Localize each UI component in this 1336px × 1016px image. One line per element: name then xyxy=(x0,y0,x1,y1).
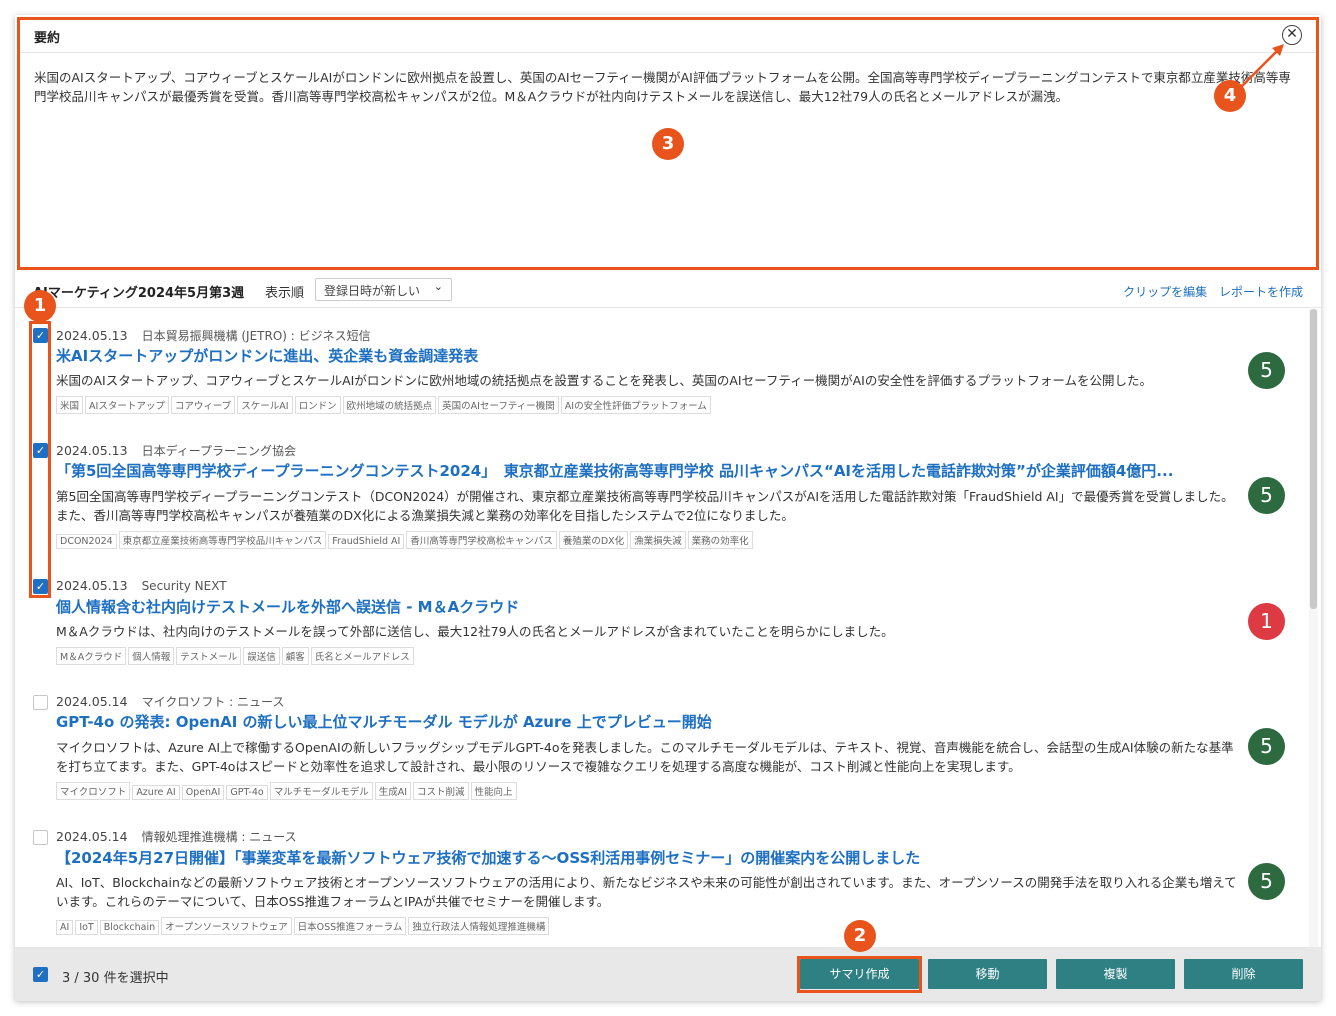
item-title[interactable]: 個人情報含む社内向けテストメールを外部へ誤送信 - M＆Aクラウド xyxy=(56,596,1236,617)
item-title[interactable]: GPT-4o の発表: OpenAI の新しい最上位マルチモーダル モデルが A… xyxy=(56,711,1236,732)
list-scrollbar[interactable] xyxy=(1309,309,1318,947)
annotation-badge-2: 2 xyxy=(844,920,876,952)
create-report-link[interactable]: レポートを作成 xyxy=(1219,285,1303,299)
article-list: ✓ 2024.05.13 日本貿易振興機構 (JETRO) : ビジネス短信 米… xyxy=(15,309,1307,947)
item-tag[interactable]: 英国のAIセーフティー機関 xyxy=(438,396,559,414)
item-tag[interactable]: 養殖業のDX化 xyxy=(558,531,629,549)
score-badge: 5 xyxy=(1248,863,1285,900)
item-tag[interactable]: FraudShield AI xyxy=(328,534,405,549)
annotation-summary-button-highlight xyxy=(797,956,922,993)
item-tag[interactable]: 香川高等専門学校高松キャンパス xyxy=(406,531,557,549)
item-description: AI、IoT、Blockchainなどの最新ソフトウェア技術とオープンソースソフ… xyxy=(56,875,1237,909)
item-description: 米国のAIスタートアップ、コアウィーブとスケールAIがロンドンに欧州地域の統括拠… xyxy=(56,373,1152,388)
summary-header: 要約 xyxy=(20,20,1316,53)
item-title[interactable]: 【2024年5月27日開催】「事業変革を最新ソフトウェア技術で加速する～OSS利… xyxy=(56,847,1236,868)
order-select-value: 登録日時が新しい xyxy=(324,284,421,298)
item-tag[interactable]: マイクロソフト xyxy=(56,782,131,800)
annotation-checkbox-highlight xyxy=(29,321,51,598)
item-tag[interactable]: 顧客 xyxy=(281,647,309,665)
item-checkbox[interactable] xyxy=(33,695,48,710)
score-badge: 5 xyxy=(1248,477,1285,514)
item-tag[interactable]: 氏名とメールアドレス xyxy=(310,647,414,665)
edit-clip-link[interactable]: クリップを編集 xyxy=(1123,285,1207,299)
item-tag[interactable]: DCON2024 xyxy=(56,534,117,549)
item-tag[interactable]: 米国 xyxy=(56,396,84,414)
item-tag[interactable]: スケールAI xyxy=(237,396,293,414)
item-description: マイクロソフトは、Azure AI上で稼働するOpenAIの新しいフラッグシップ… xyxy=(56,740,1234,774)
item-tag[interactable]: ロンドン xyxy=(294,396,341,414)
item-tag[interactable]: テストメール xyxy=(176,647,242,665)
item-meta: 2024.05.13 日本ディープラーニング協会 xyxy=(56,442,296,459)
item-description: M＆Aクラウドは、社内向けのテストメールを誤って外部に送信し、最大12社79人の… xyxy=(56,624,894,639)
item-date: 2024.05.13 xyxy=(56,328,128,343)
item-date: 2024.05.14 xyxy=(56,694,128,709)
move-button[interactable]: 移動 xyxy=(928,959,1047,989)
item-tag[interactable]: 業務の効率化 xyxy=(687,531,753,549)
delete-button[interactable]: 削除 xyxy=(1184,959,1303,989)
score-badge: 1 xyxy=(1248,603,1285,640)
item-source: Security NEXT xyxy=(141,579,227,593)
item-tag[interactable]: M＆Aクラウド xyxy=(56,647,127,665)
item-tag[interactable]: 誤送信 xyxy=(243,647,280,665)
item-tag[interactable]: AIの安全性評価プラットフォーム xyxy=(560,396,711,414)
item-tag[interactable]: 生成AI xyxy=(374,782,412,800)
item-source: 日本貿易振興機構 (JETRO) : ビジネス短信 xyxy=(141,329,371,343)
annotation-badge-1: 1 xyxy=(24,290,56,322)
item-source: 情報処理推進機構 : ニュース xyxy=(141,830,297,844)
item-meta: 2024.05.14 情報処理推進機構 : ニュース xyxy=(56,828,297,845)
item-tags: AI IoT Blockchain オープンソースソフトウェア 日本OSS推進フォーラム… xyxy=(56,917,551,935)
item-meta: 2024.05.13 日本貿易振興機構 (JETRO) : ビジネス短信 xyxy=(56,327,371,344)
item-source: 日本ディープラーニング協会 xyxy=(141,444,297,458)
item-tag[interactable]: コスト削減 xyxy=(413,782,469,800)
item-tags: M＆Aクラウド 個人情報 テストメール 誤送信 顧客 氏名とメールアドレス xyxy=(56,647,416,665)
scroll-thumb[interactable] xyxy=(1310,309,1317,609)
item-tag[interactable]: 個人情報 xyxy=(128,647,175,665)
item-source: マイクロソフト : ニュース xyxy=(141,695,285,709)
item-tags: 米国 AIスタートアップ コアウィーブ スケールAI ロンドン 欧州地域の統括拠点 英国のA… xyxy=(56,396,713,414)
item-tag[interactable]: 漁業損失減 xyxy=(630,531,686,549)
item-checkbox[interactable] xyxy=(33,830,48,845)
item-date: 2024.05.14 xyxy=(56,829,128,844)
item-tag[interactable]: 性能向上 xyxy=(470,782,517,800)
item-tag[interactable]: GPT-4o xyxy=(226,785,268,800)
item-tag[interactable]: コアウィーブ xyxy=(170,396,236,414)
item-tag[interactable]: AI xyxy=(56,920,74,935)
item-tag[interactable]: OpenAI xyxy=(181,785,225,800)
list-toolbar: AIマーケティング2024年5月第3週 表示順 登録日時が新しい ⌄ クリップを… xyxy=(15,272,1321,308)
item-tag[interactable]: Azure AI xyxy=(132,785,180,800)
select-all-checkbox[interactable]: ✓ xyxy=(33,967,48,982)
item-tags: DCON2024 東京都立産業技術高等専門学校品川キャンパス FraudShield… xyxy=(56,531,755,549)
item-tag[interactable]: Blockchain xyxy=(99,920,160,935)
copy-button[interactable]: 複製 xyxy=(1056,959,1175,989)
item-tag[interactable]: AIスタートアップ xyxy=(85,396,169,414)
item-title[interactable]: 米AIスタートアップがロンドンに進出、英企業も資金調達発表 xyxy=(56,345,1236,366)
item-tag[interactable]: 東京都立産業技術高等専門学校品川キャンパス xyxy=(118,531,327,549)
item-title[interactable]: 「第5回全国高等専門学校ディープラーニングコンテスト2024」 東京都立産業技術… xyxy=(56,460,1236,481)
annotation-badge-3: 3 xyxy=(652,128,684,160)
selection-footer: ✓ 3 / 30 件を選択中 サマリ作成 移動 複製 削除 xyxy=(15,947,1321,1001)
score-badge: 5 xyxy=(1248,352,1285,389)
order-select[interactable]: 登録日時が新しい ⌄ xyxy=(315,278,452,301)
chevron-down-icon: ⌄ xyxy=(433,280,443,293)
order-label: 表示順 xyxy=(265,286,305,301)
item-meta: 2024.05.14 マイクロソフト : ニュース xyxy=(56,693,284,710)
item-date: 2024.05.13 xyxy=(56,578,128,593)
item-tag[interactable]: マルチモーダルモデル xyxy=(269,782,373,800)
item-tag[interactable]: 日本OSS推進フォーラム xyxy=(293,917,407,935)
item-tags: マイクロソフト Azure AI OpenAI GPT-4o マルチモーダルモデル 生成A… xyxy=(56,782,519,800)
item-tag[interactable]: 欧州地域の統括拠点 xyxy=(342,396,437,414)
item-date: 2024.05.13 xyxy=(56,443,128,458)
selection-count: 3 / 30 件を選択中 xyxy=(62,971,169,986)
item-description: 第5回全国高等専門学校ディープラーニングコンテスト（DCON2024）が開催され… xyxy=(56,489,1234,523)
score-badge: 5 xyxy=(1248,728,1285,765)
clip-title: AIマーケティング2024年5月第3週 xyxy=(33,286,245,301)
item-tag[interactable]: オープンソースソフトウェア xyxy=(161,917,292,935)
item-tag[interactable]: IoT xyxy=(75,920,98,935)
item-tag[interactable]: 独立行政法人情報処理推進機構 xyxy=(408,917,550,935)
summary-text: 米国のAIスタートアップ、コアウィーブとスケールAIがロンドンに欧州拠点を設置し… xyxy=(34,70,1291,104)
annotation-arrow xyxy=(1241,44,1284,87)
item-meta: 2024.05.13 Security NEXT xyxy=(56,578,227,593)
